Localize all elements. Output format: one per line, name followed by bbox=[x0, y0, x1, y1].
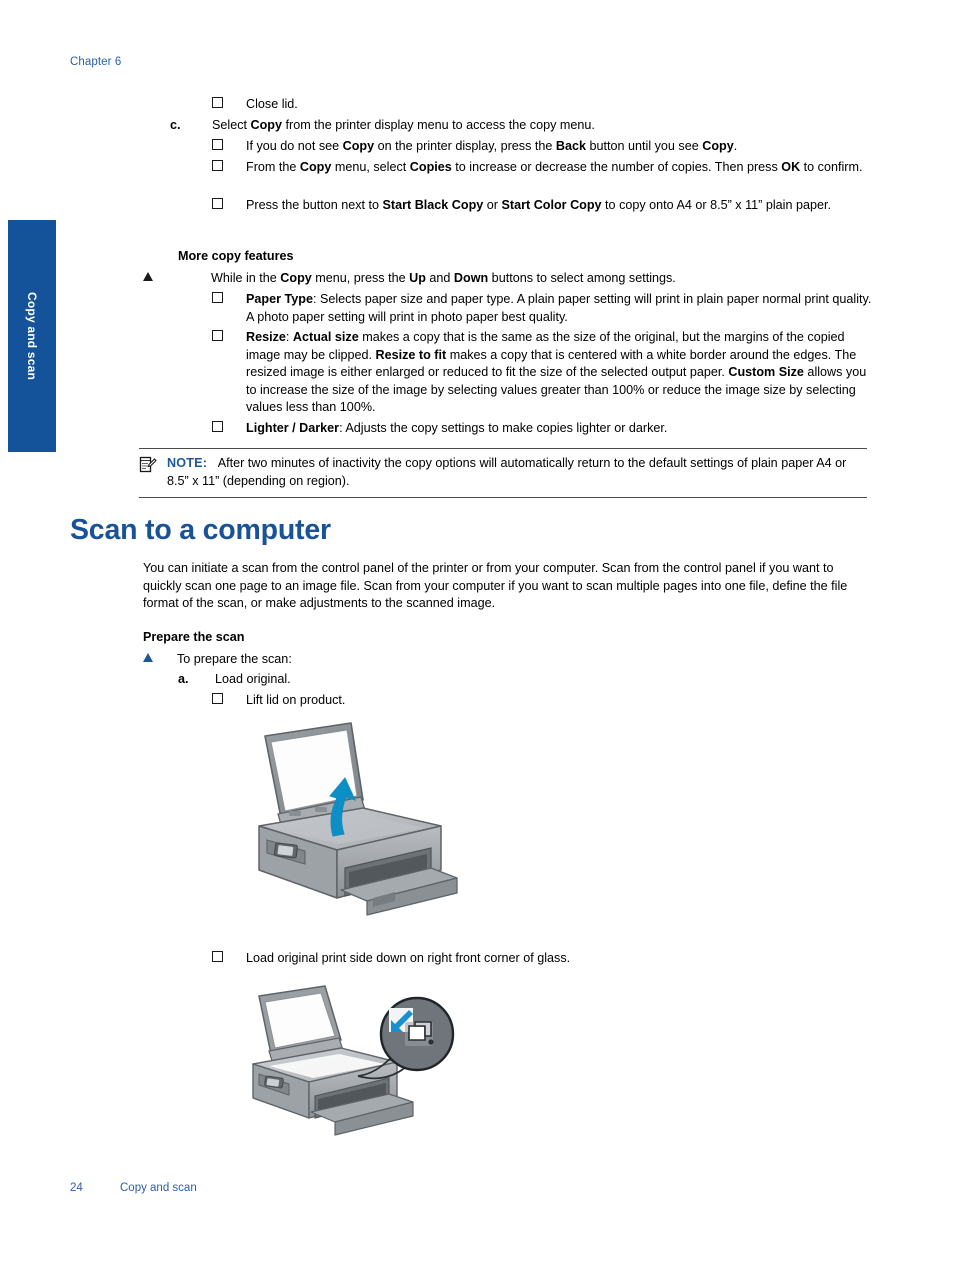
document-page: Chapter 6 Copy and scan Close lid. c. Se… bbox=[0, 0, 954, 1270]
note-text: After two minutes of inactivity the copy… bbox=[167, 456, 847, 488]
side-thumb-tab-label: Copy and scan bbox=[25, 292, 39, 380]
printer-load-corner-illustration bbox=[245, 978, 460, 1138]
checkbox-bullet-icon bbox=[212, 138, 242, 156]
checkbox-bullet-icon bbox=[212, 291, 242, 309]
footer-page-number: 24 bbox=[70, 1182, 83, 1194]
triangle-bullet-icon bbox=[143, 270, 171, 288]
more-copy-features-lead: While in the Copy menu, press the Up and… bbox=[143, 270, 863, 288]
triangle-bullet-icon bbox=[143, 651, 171, 669]
checkbox-bullet-icon bbox=[212, 159, 242, 177]
list-item-step-c: c. Select Copy from the printer display … bbox=[170, 117, 870, 135]
step-a-text: Load original. bbox=[215, 672, 291, 686]
note-pencil-icon bbox=[139, 456, 157, 474]
step-c-marker: c. bbox=[170, 118, 181, 132]
scan-intro-paragraph: You can initiate a scan from the control… bbox=[143, 561, 848, 610]
checkbox-bullet-icon bbox=[212, 950, 242, 968]
list-item-copy-bullet-2: From the Copy menu, select Copies to inc… bbox=[212, 159, 872, 177]
lighter-darker-text: Lighter / Darker: Adjusts the copy setti… bbox=[246, 421, 668, 435]
checkbox-bullet-icon bbox=[212, 420, 242, 438]
printer-lid-open-illustration bbox=[245, 718, 460, 928]
list-item-copy-bullet-1: If you do not see Copy on the printer di… bbox=[212, 138, 872, 156]
list-item-lift-lid: Lift lid on product. bbox=[212, 692, 872, 710]
list-item-load-original: Load original print side down on right f… bbox=[212, 950, 872, 968]
step-c-text: Select Copy from the printer display men… bbox=[212, 118, 595, 132]
page-title-scan-to-a-computer: Scan to a computer bbox=[70, 514, 331, 546]
load-original-text: Load original print side down on right f… bbox=[246, 951, 571, 965]
chapter-header: Chapter 6 bbox=[70, 56, 122, 68]
list-item-copy-bullet-3: Press the button next to Start Black Cop… bbox=[212, 197, 872, 215]
note-label: NOTE: bbox=[167, 456, 208, 470]
page-footer: 24 Copy and scan bbox=[70, 1182, 197, 1194]
list-item-paper-type: Paper Type: Selects paper size and paper… bbox=[212, 291, 872, 326]
prepare-the-scan-title: Prepare the scan bbox=[143, 630, 245, 644]
more-copy-features-title: More copy features bbox=[178, 249, 294, 263]
list-item-step-a: a. Load original. bbox=[178, 671, 878, 689]
lift-lid-text: Lift lid on product. bbox=[246, 693, 346, 707]
copy-bullet-1-text: If you do not see Copy on the printer di… bbox=[246, 139, 738, 153]
resize-text: Resize: Actual size makes a copy that is… bbox=[246, 330, 867, 414]
list-item-lighter-darker: Lighter / Darker: Adjusts the copy setti… bbox=[212, 420, 872, 438]
side-thumb-tab: Copy and scan bbox=[8, 220, 56, 452]
list-item-close-lid-text: Close lid. bbox=[246, 97, 298, 111]
copy-bullet-3-text: Press the button next to Start Black Cop… bbox=[246, 198, 831, 212]
checkbox-bullet-icon bbox=[212, 96, 242, 114]
checkbox-bullet-icon bbox=[212, 197, 242, 215]
list-item-close-lid: Close lid. bbox=[212, 96, 872, 114]
paper-type-text: Paper Type: Selects paper size and paper… bbox=[246, 292, 872, 324]
footer-section-label: Copy and scan bbox=[120, 1182, 197, 1194]
note-callout: NOTE: After two minutes of inactivity th… bbox=[139, 448, 867, 498]
prepare-the-scan-lead-text: To prepare the scan: bbox=[177, 652, 292, 666]
copy-bullet-2-text: From the Copy menu, select Copies to inc… bbox=[246, 160, 863, 174]
prepare-the-scan-lead: To prepare the scan: bbox=[143, 651, 843, 669]
step-a-marker: a. bbox=[178, 672, 189, 686]
checkbox-bullet-icon bbox=[212, 692, 242, 710]
note-rule-bottom bbox=[139, 497, 867, 498]
checkbox-bullet-icon bbox=[212, 329, 242, 347]
more-copy-features-lead-text: While in the Copy menu, press the Up and… bbox=[211, 271, 676, 285]
list-item-resize: Resize: Actual size makes a copy that is… bbox=[212, 329, 872, 417]
